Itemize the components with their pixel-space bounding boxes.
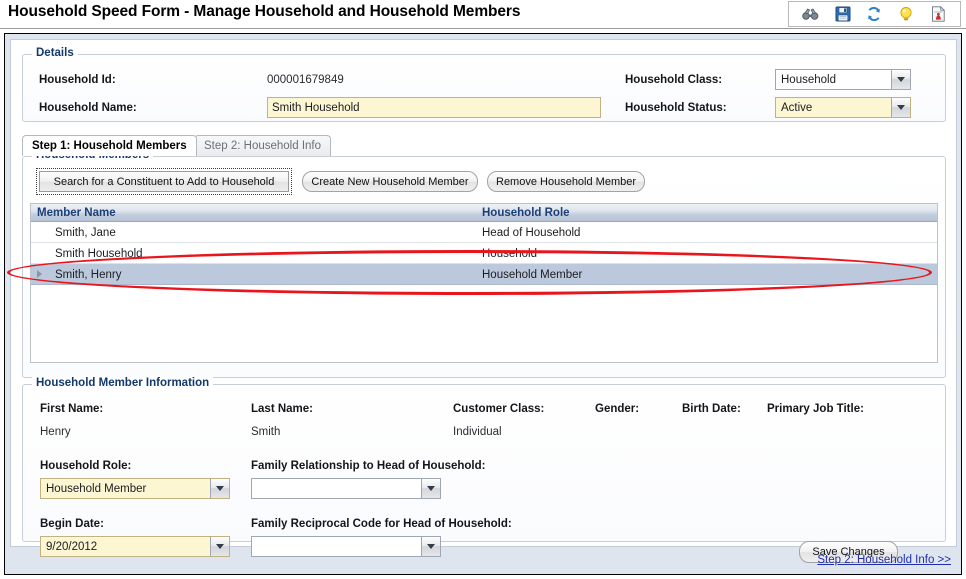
details-legend: Details — [32, 47, 78, 59]
lightbulb-icon[interactable] — [897, 5, 915, 23]
page-title: Household Speed Form - Manage Household … — [8, 3, 521, 20]
chevron-down-icon[interactable] — [891, 70, 910, 89]
household-status-label: Household Status: — [625, 102, 727, 114]
household-role-label: Household Role: — [40, 460, 132, 472]
cell-member-name: Smith Household — [55, 247, 143, 260]
household-class-select[interactable]: Household — [775, 69, 911, 90]
birth-date-label: Birth Date: — [682, 403, 741, 415]
household-class-label: Household Class: — [625, 74, 723, 86]
begin-date-picker[interactable]: 9/20/2012 — [40, 536, 230, 557]
grid-column-member-name[interactable]: Member Name — [37, 204, 116, 222]
save-icon[interactable] — [834, 5, 852, 23]
grid-header-row: Member Name Household Role — [31, 204, 937, 222]
table-row[interactable]: Smith Household Household — [31, 243, 937, 264]
toolbar — [788, 1, 961, 27]
table-row-selected[interactable]: Smith, Henry Household Member — [31, 264, 937, 285]
customer-class-value: Individual — [453, 426, 502, 438]
family-reciprocal-label: Family Reciprocal Code for Head of House… — [251, 518, 512, 530]
household-status-select[interactable]: Active — [775, 97, 911, 118]
household-speed-form-window: Household Speed Form - Manage Household … — [0, 0, 966, 579]
household-members-grid[interactable]: Member Name Household Role Smith, Jane H… — [30, 203, 938, 363]
household-role-select[interactable]: Household Member — [40, 478, 230, 499]
household-member-information-group: Household Member Information First Name:… — [22, 377, 946, 563]
step-tabs: Step 1: Household Members Step 2: Househ… — [22, 135, 946, 156]
grid-column-household-role[interactable]: Household Role — [482, 204, 570, 222]
details-group: Details Household Id: 000001679849 House… — [22, 47, 946, 122]
chevron-down-icon[interactable] — [210, 537, 229, 556]
primary-job-title-label: Primary Job Title: — [767, 403, 864, 415]
household-status-value: Active — [781, 101, 813, 114]
customer-class-label: Customer Class: — [453, 403, 545, 415]
cell-household-role: Household Member — [482, 268, 583, 281]
title-bar: Household Speed Form - Manage Household … — [0, 0, 966, 29]
report-icon[interactable] — [929, 5, 947, 23]
household-name-input[interactable] — [267, 97, 601, 118]
begin-date-label: Begin Date: — [40, 518, 104, 530]
chevron-down-icon[interactable] — [210, 479, 229, 498]
cell-member-name: Smith, Jane — [55, 226, 116, 239]
refresh-icon[interactable] — [865, 5, 883, 23]
gender-label: Gender: — [595, 403, 640, 415]
last-name-label: Last Name: — [251, 403, 313, 415]
family-relationship-select[interactable] — [251, 478, 441, 499]
first-name-label: First Name: — [40, 403, 104, 415]
tab-step1-household-members[interactable]: Step 1: Household Members — [22, 135, 197, 156]
begin-date-value: 9/20/2012 — [46, 540, 98, 553]
first-name-value: Henry — [40, 426, 71, 438]
household-name-label: Household Name: — [39, 102, 137, 114]
step2-household-info-link[interactable]: Step 2: Household Info >> — [817, 554, 951, 566]
table-row[interactable]: Smith, Jane Head of Household — [31, 222, 937, 243]
remove-household-member-button[interactable]: Remove Household Member — [487, 171, 645, 192]
household-class-value: Household — [781, 73, 836, 86]
chevron-down-icon[interactable] — [891, 98, 910, 117]
member-information-legend: Household Member Information — [32, 377, 214, 389]
cell-household-role: Household — [482, 247, 537, 260]
family-reciprocal-value — [252, 537, 421, 556]
search-constituent-button[interactable]: Search for a Constituent to Add to House… — [36, 168, 292, 195]
cell-member-name: Smith, Henry — [55, 268, 122, 281]
chevron-down-icon[interactable] — [421, 479, 440, 498]
family-relationship-label: Family Relationship to Head of Household… — [251, 460, 486, 472]
tab-step2-household-info[interactable]: Step 2: Household Info — [194, 135, 331, 156]
form-page: Details Household Id: 000001679849 House… — [10, 39, 957, 563]
household-members-group: Household Members Search for a Constitue… — [22, 149, 946, 378]
row-selector-arrow-icon — [37, 270, 42, 278]
create-new-household-member-button[interactable]: Create New Household Member — [302, 171, 478, 192]
last-name-value: Smith — [251, 426, 281, 438]
binoculars-icon[interactable] — [802, 5, 820, 23]
household-id-value: 000001679849 — [267, 74, 344, 86]
chevron-down-icon[interactable] — [421, 537, 440, 556]
family-relationship-value — [252, 479, 421, 498]
household-id-label: Household Id: — [39, 74, 116, 86]
form-frame: Details Household Id: 000001679849 House… — [4, 33, 962, 575]
family-reciprocal-select[interactable] — [251, 536, 441, 557]
household-role-value: Household Member — [46, 482, 147, 495]
cell-household-role: Head of Household — [482, 226, 581, 239]
